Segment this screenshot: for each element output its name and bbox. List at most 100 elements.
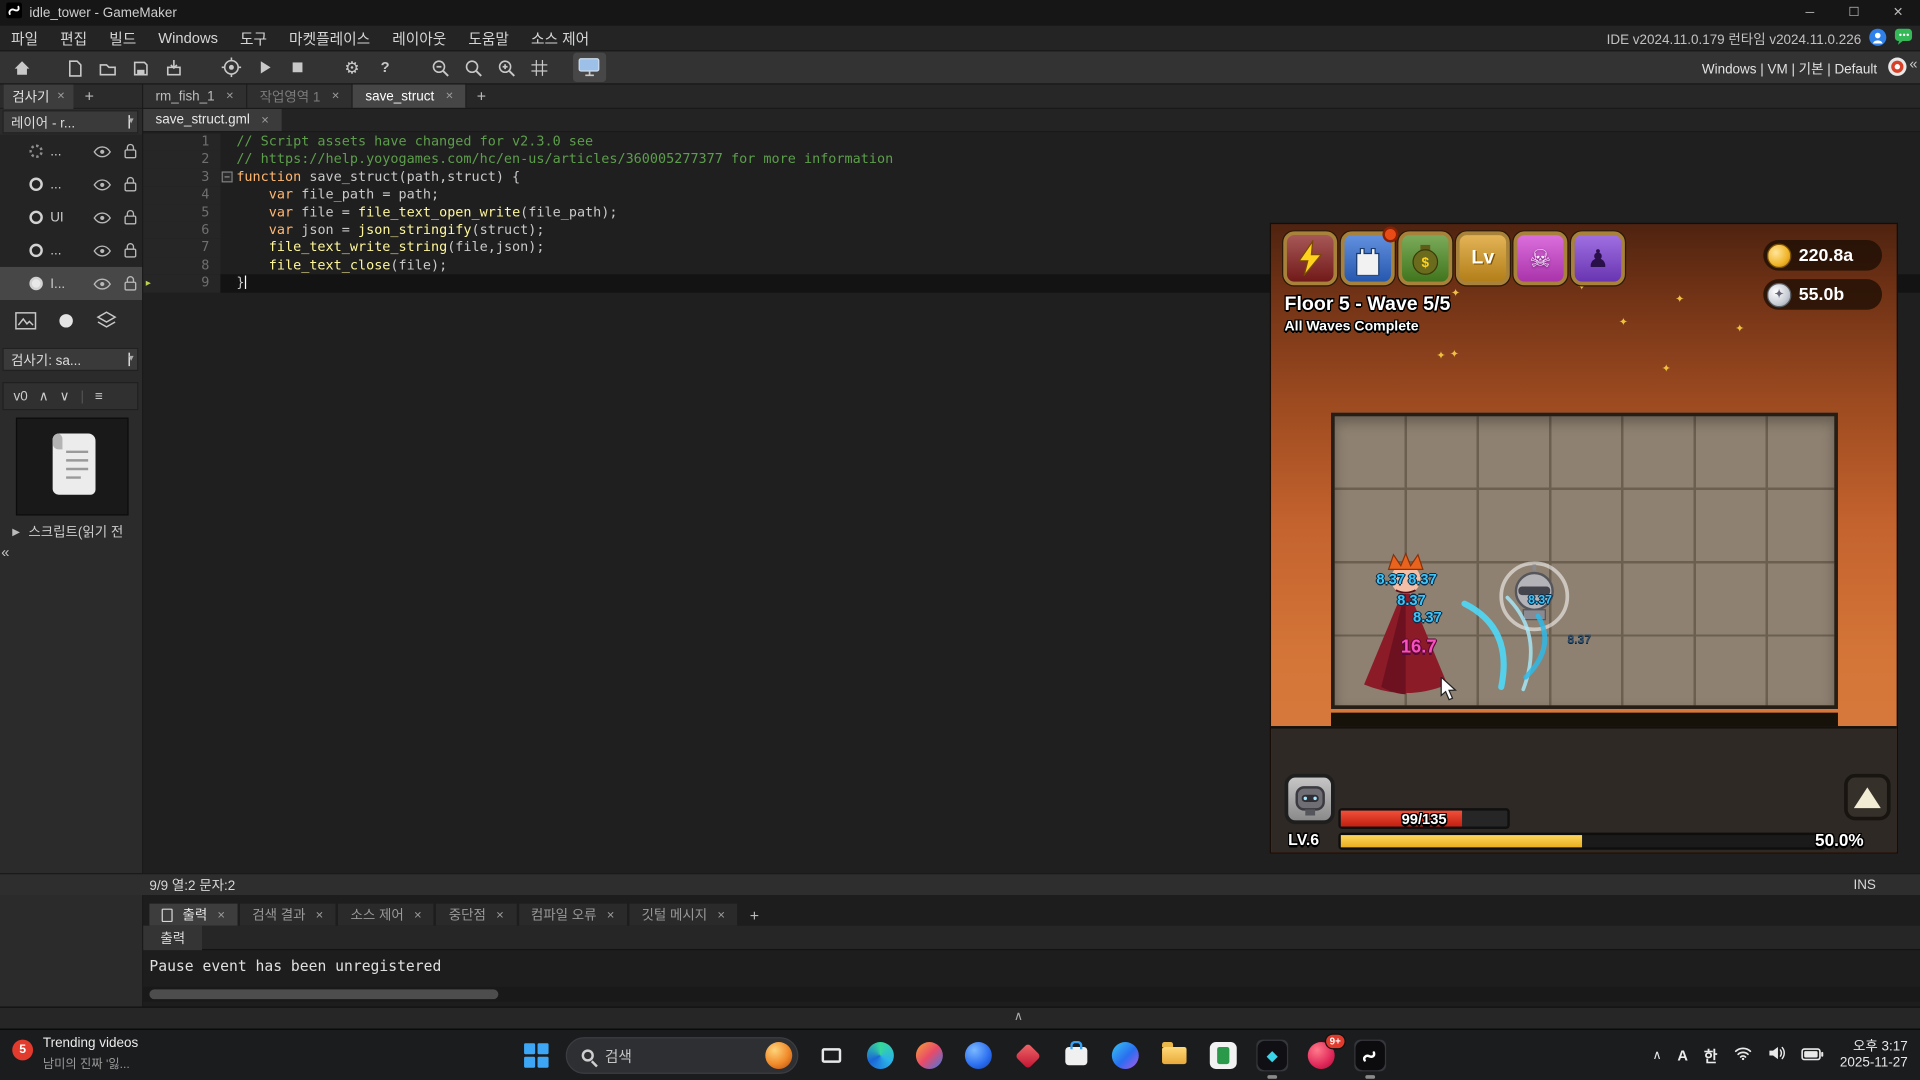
- search-input[interactable]: 검색: [566, 1037, 799, 1074]
- wifi-icon[interactable]: [1733, 1044, 1751, 1066]
- tab-save-struct-gml[interactable]: save_struct.gml ✕: [143, 109, 281, 131]
- output-tab[interactable]: 출력✕: [149, 904, 237, 926]
- eye-icon[interactable]: [93, 178, 111, 190]
- app-chat-app-icon[interactable]: 9+: [1305, 1040, 1337, 1072]
- code-text[interactable]: // https://help.yoyogames.com/hc/en-us/a…: [236, 151, 1920, 169]
- close-icon[interactable]: ✕: [445, 91, 453, 102]
- workspace-tab[interactable]: 작업영역 1✕: [247, 84, 353, 107]
- clock[interactable]: 오후 3:17 2025-11-27: [1840, 1040, 1908, 1072]
- tile-layer-icon[interactable]: [96, 310, 118, 336]
- feedback-chat-icon[interactable]: [1894, 28, 1912, 49]
- ability-lightning-button[interactable]: [1283, 231, 1337, 285]
- debug-target-icon[interactable]: [214, 53, 247, 82]
- app-green-app-icon[interactable]: [1207, 1040, 1239, 1072]
- close-icon[interactable]: ✕: [57, 91, 65, 102]
- ime-korean-indicator[interactable]: 한: [1704, 1045, 1718, 1066]
- save-project-icon[interactable]: [124, 53, 157, 82]
- workspace-tab[interactable]: rm_fish_1✕: [143, 84, 247, 107]
- app-people-icon[interactable]: [913, 1040, 945, 1072]
- code-text[interactable]: // Script assets have changed for v2.3.0…: [236, 133, 1920, 151]
- inspector-dropdown[interactable]: 검사기: sa... ▾: [2, 348, 138, 371]
- eye-icon[interactable]: [93, 244, 111, 256]
- output-tab[interactable]: 소스 제어✕: [338, 904, 434, 926]
- menu-item[interactable]: 레이아웃: [381, 26, 457, 50]
- ability-tower-button[interactable]: [1341, 231, 1395, 285]
- close-icon[interactable]: ✕: [261, 114, 269, 125]
- app-edge-icon[interactable]: [864, 1040, 896, 1072]
- lock-icon[interactable]: [124, 276, 137, 292]
- output-tab[interactable]: 중단점✕: [436, 904, 516, 926]
- menu-item[interactable]: 편집: [49, 26, 98, 50]
- layer-item[interactable]: ...: [0, 234, 142, 267]
- add-tab-button[interactable]: +: [467, 84, 496, 107]
- layer-dropdown[interactable]: 레이어 - r... ▾: [2, 110, 138, 133]
- layer-item[interactable]: UI: [0, 201, 142, 234]
- code-line[interactable]: 1// Script assets have changed for v2.3.…: [143, 133, 1920, 151]
- code-line[interactable]: 5 var file = file_text_open_write(file_p…: [143, 204, 1920, 222]
- start-button[interactable]: [524, 1043, 548, 1067]
- menu-item[interactable]: Windows: [147, 26, 229, 50]
- image-layer-icon[interactable]: [15, 310, 37, 336]
- ability-skull-button[interactable]: ☠: [1513, 231, 1567, 285]
- menu-item[interactable]: 파일: [0, 26, 49, 50]
- export-icon[interactable]: [157, 53, 190, 82]
- menu-item[interactable]: 도구: [229, 26, 278, 50]
- output-section-tab[interactable]: 출력: [143, 926, 202, 950]
- windowed-view-icon[interactable]: [573, 53, 606, 82]
- layer-item[interactable]: ...: [0, 135, 142, 168]
- volume-icon[interactable]: [1768, 1044, 1785, 1066]
- app-gamemaker-icon[interactable]: [1354, 1040, 1386, 1072]
- add-tab-button[interactable]: +: [740, 904, 769, 926]
- close-icon[interactable]: ✕: [226, 91, 234, 102]
- app-ruby-game-icon[interactable]: [1011, 1040, 1043, 1072]
- app-gamemaker-beta-icon[interactable]: ◆: [1256, 1040, 1288, 1072]
- dock-collapse-right-icon[interactable]: «: [1909, 55, 1917, 72]
- home-icon[interactable]: [5, 53, 38, 82]
- dock-collapse-left-icon[interactable]: «: [1, 544, 9, 561]
- ime-latin-indicator[interactable]: A: [1677, 1047, 1688, 1064]
- widgets-button[interactable]: 5 Trending videos 남미의 진짜 '잃...: [12, 1036, 138, 1072]
- open-project-icon[interactable]: [91, 53, 124, 82]
- run-icon[interactable]: [247, 53, 280, 82]
- minimize-button[interactable]: ─: [1788, 0, 1832, 26]
- app-task-view-icon[interactable]: [816, 1040, 848, 1072]
- app-store-icon[interactable]: [1060, 1040, 1092, 1072]
- eye-icon[interactable]: [93, 277, 111, 289]
- chevron-up-icon[interactable]: ∧: [39, 388, 49, 404]
- lock-icon[interactable]: [124, 143, 137, 159]
- expander-icon[interactable]: ▶: [12, 526, 20, 537]
- code-text[interactable]: var file = file_text_open_write(file_pat…: [236, 204, 1920, 222]
- script-section-row[interactable]: ▶ 스크립트(읽기 전: [12, 522, 123, 542]
- lock-icon[interactable]: [124, 242, 137, 258]
- panel-collapse-strip[interactable]: ∧: [0, 1007, 1920, 1029]
- app-browser-icon[interactable]: [962, 1040, 994, 1072]
- close-icon[interactable]: ✕: [217, 909, 225, 920]
- menu-item[interactable]: 마켓플레이스: [278, 26, 381, 50]
- close-icon[interactable]: ✕: [414, 909, 422, 920]
- menu-item[interactable]: 빌드: [98, 26, 147, 50]
- grid-icon[interactable]: [523, 53, 556, 82]
- hero-portrait[interactable]: [1284, 774, 1334, 824]
- collapse-chevron-icon[interactable]: ∧: [1014, 1010, 1023, 1023]
- output-tab[interactable]: 검색 결과✕: [240, 904, 336, 926]
- code-line[interactable]: 2// https://help.yoyogames.com/hc/en-us/…: [143, 151, 1920, 169]
- lock-icon[interactable]: [124, 209, 137, 225]
- menu-icon[interactable]: ≡: [95, 389, 103, 404]
- close-icon[interactable]: ✕: [315, 909, 323, 920]
- panel-toggle-button[interactable]: [1844, 774, 1891, 821]
- zoom-in-icon[interactable]: [490, 53, 523, 82]
- layer-item[interactable]: ...: [0, 168, 142, 201]
- close-icon[interactable]: ✕: [331, 91, 339, 102]
- zoom-out-icon[interactable]: [424, 53, 457, 82]
- code-line[interactable]: 3−function save_struct(path,struct) {: [143, 169, 1920, 187]
- lock-icon[interactable]: [124, 176, 137, 192]
- close-icon[interactable]: ✕: [496, 909, 504, 920]
- code-text[interactable]: function save_struct(path,struct) {: [236, 169, 1920, 187]
- workspace-tab[interactable]: save_struct✕: [353, 84, 467, 107]
- close-icon[interactable]: ✕: [606, 909, 614, 920]
- scrollbar-thumb[interactable]: [149, 989, 498, 999]
- eye-icon[interactable]: [93, 145, 111, 157]
- layer-item[interactable]: I...: [0, 267, 142, 300]
- target-platform-text[interactable]: Windows | VM | 기본 | Default: [1702, 58, 1877, 78]
- output-tab[interactable]: 깃털 메시지✕: [629, 904, 737, 926]
